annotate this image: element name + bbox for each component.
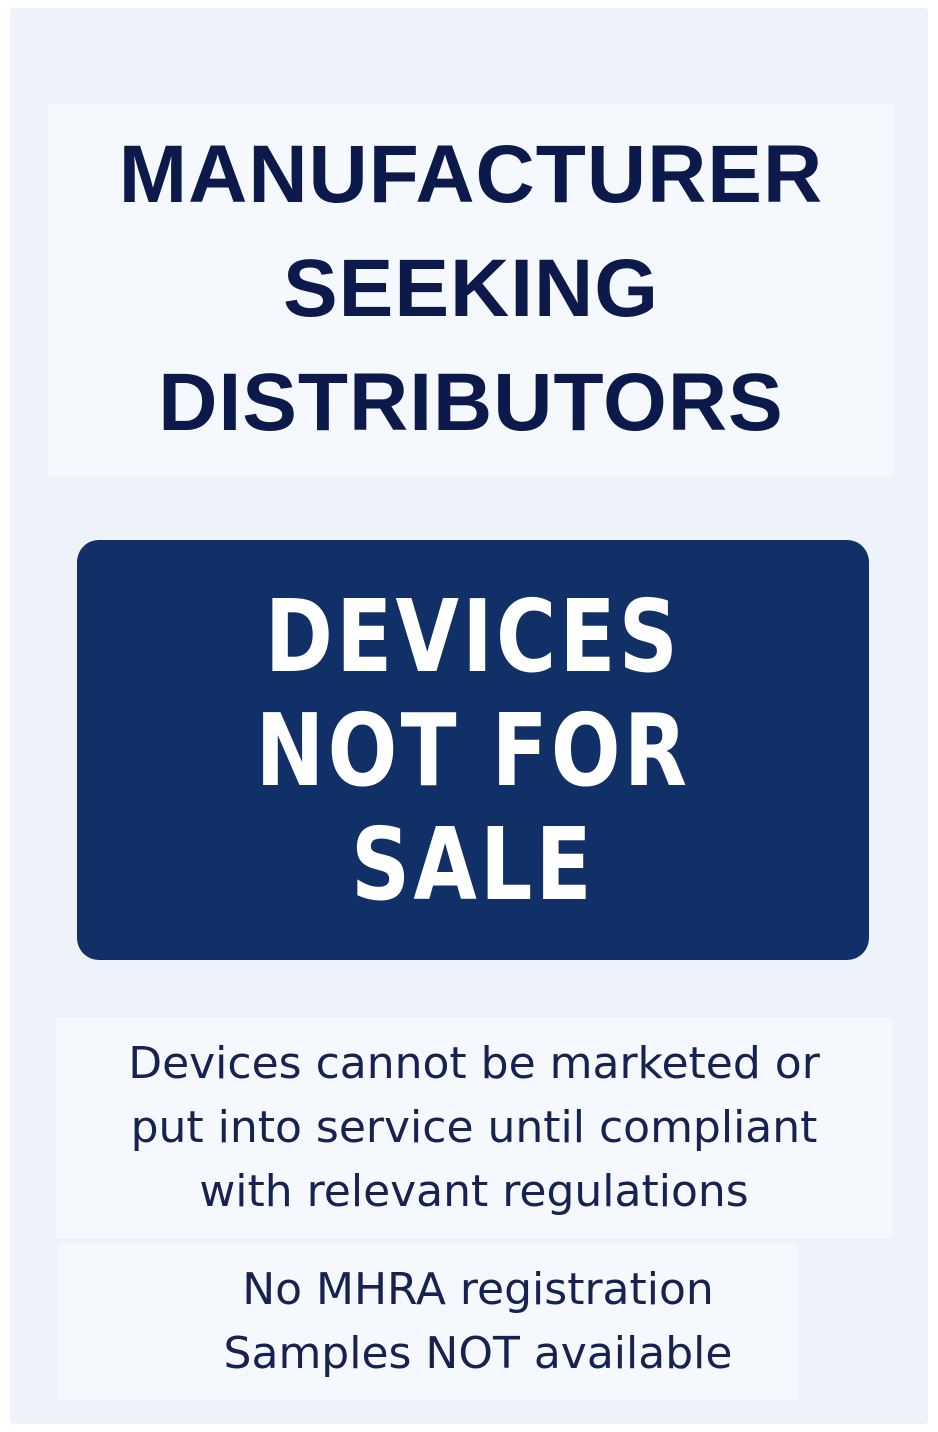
headline-line-3: DISTRIBUTORS bbox=[158, 357, 784, 448]
status-line-1: No MHRA registration bbox=[242, 1264, 714, 1315]
notice-line-3: with relevant regulations bbox=[199, 1166, 749, 1217]
not-for-sale-banner: DEVICES NOT FOR SALE bbox=[77, 540, 869, 960]
headline-line-2: SEEKING bbox=[282, 243, 660, 334]
banner-line-2: NOT FOR bbox=[255, 692, 691, 809]
banner-text: DEVICES NOT FOR SALE bbox=[148, 580, 797, 922]
notice-line-2: put into service until compliant bbox=[130, 1102, 818, 1153]
availability-status: No MHRA registration Samples NOT availab… bbox=[58, 1258, 898, 1386]
notice-line-1: Devices cannot be marketed or bbox=[128, 1038, 820, 1089]
banner-line-3: SALE bbox=[351, 806, 595, 923]
status-line-2: Samples NOT available bbox=[223, 1328, 733, 1379]
headline: MANUFACTURER SEEKING DISTRIBUTORS bbox=[48, 118, 894, 460]
banner-line-1: DEVICES bbox=[264, 578, 682, 695]
regulatory-notice: Devices cannot be marketed or put into s… bbox=[56, 1032, 892, 1224]
headline-line-1: MANUFACTURER bbox=[118, 129, 824, 220]
